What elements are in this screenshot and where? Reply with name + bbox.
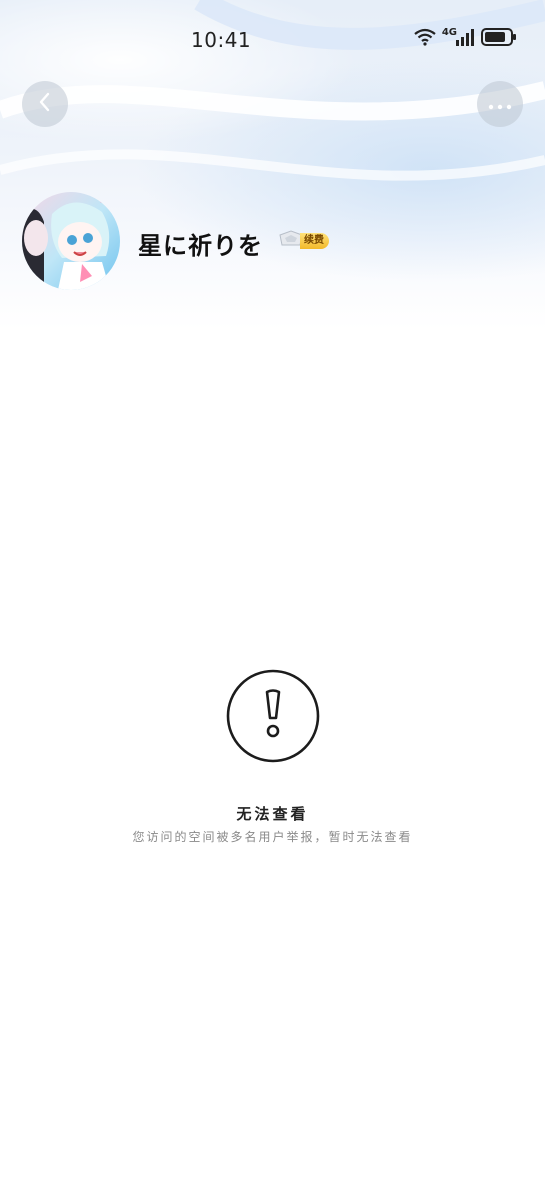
vip-badge[interactable]: 续费: [278, 230, 329, 251]
battery-icon: [481, 27, 517, 51]
avatar[interactable]: [22, 192, 120, 290]
status-bar: 10:41 4G: [0, 0, 545, 80]
signal-icon: [455, 28, 475, 50]
vip-badge-label: 续费: [300, 233, 329, 249]
chevron-left-icon: [37, 92, 53, 116]
more-button[interactable]: [477, 81, 523, 127]
wifi-icon: [414, 28, 436, 50]
notice-title: 无法查看: [236, 805, 309, 823]
notice-description: 您访问的空间被多名用户举报，暂时无法查看: [132, 830, 413, 844]
status-icons: 4G: [414, 27, 517, 51]
exclamation-circle-icon: [225, 668, 321, 768]
network-type-label: 4G: [441, 26, 457, 38]
profile-nickname: 星に祈りを: [138, 232, 263, 260]
more-dots-icon: [488, 95, 512, 114]
back-button[interactable]: [22, 81, 68, 127]
status-time: 10:41: [191, 28, 252, 52]
